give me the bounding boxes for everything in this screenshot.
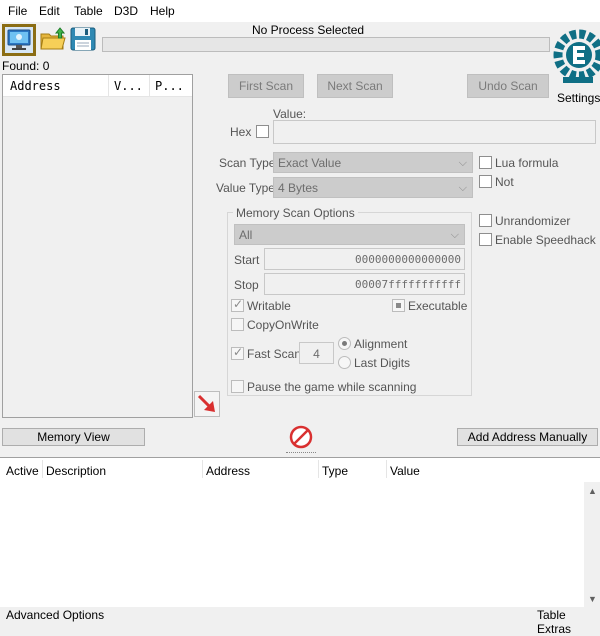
speedhack-checkbox[interactable] bbox=[479, 233, 492, 246]
value-label: Value: bbox=[273, 107, 307, 121]
column-value[interactable]: V... bbox=[114, 79, 143, 93]
last-digits-radio[interactable] bbox=[338, 356, 351, 369]
found-list[interactable]: Address V... P... bbox=[2, 74, 193, 418]
column-description[interactable]: Description bbox=[46, 464, 106, 478]
value-type-value: 4 Bytes bbox=[278, 181, 319, 195]
scan-type-label: Scan Type bbox=[219, 156, 276, 170]
chevron-down-icon: ⌵ bbox=[458, 182, 467, 194]
last-digits-label: Last Digits bbox=[354, 356, 411, 370]
pause-game-label: Pause the game while scanning bbox=[247, 380, 417, 394]
memory-scan-options-title: Memory Scan Options bbox=[233, 206, 358, 220]
computer-icon bbox=[7, 29, 31, 50]
memory-region-select[interactable]: All ⌵ bbox=[234, 224, 465, 245]
menu-d3d[interactable]: D3D bbox=[114, 4, 138, 18]
start-address-input[interactable]: 0000000000000000 bbox=[264, 248, 465, 270]
alignment-radio[interactable] bbox=[338, 337, 351, 350]
not-label: Not bbox=[495, 175, 514, 189]
arrow-down-right-icon bbox=[197, 394, 215, 412]
hex-checkbox[interactable] bbox=[256, 125, 269, 138]
cheat-engine-logo-icon bbox=[553, 29, 600, 83]
fast-scan-label: Fast Scan bbox=[247, 347, 302, 361]
writable-checkbox[interactable]: ✓ bbox=[231, 297, 244, 312]
found-list-header: Address V... P... bbox=[3, 75, 192, 97]
save-button[interactable] bbox=[68, 24, 98, 54]
menu-help[interactable]: Help bbox=[150, 4, 175, 18]
value-type-label: Value Type bbox=[216, 181, 275, 195]
table-extras-label[interactable]: Table Extras bbox=[537, 608, 600, 636]
first-scan-button[interactable]: First Scan bbox=[228, 74, 304, 98]
settings-label: Settings bbox=[557, 91, 600, 105]
scan-type-select[interactable]: Exact Value ⌵ bbox=[273, 152, 473, 173]
pause-game-checkbox[interactable] bbox=[231, 380, 244, 393]
column-address[interactable]: Address bbox=[206, 464, 250, 478]
start-label: Start bbox=[234, 253, 260, 267]
no-entry-icon bbox=[289, 425, 313, 449]
add-address-manually-button[interactable]: Add Address Manually bbox=[457, 428, 598, 446]
copy-on-write-checkbox[interactable] bbox=[231, 318, 244, 331]
chevron-down-icon: ⌵ bbox=[458, 157, 467, 169]
value-type-select[interactable]: 4 Bytes ⌵ bbox=[273, 177, 473, 198]
scan-type-value: Exact Value bbox=[278, 156, 342, 170]
alignment-label: Alignment bbox=[354, 337, 408, 351]
vertical-scrollbar[interactable]: ▲ ▼ bbox=[584, 482, 600, 608]
menu-edit[interactable]: Edit bbox=[39, 4, 60, 18]
scan-progress-bar bbox=[102, 37, 550, 52]
executable-checkbox[interactable] bbox=[392, 299, 405, 312]
splitter-handle[interactable] bbox=[286, 452, 316, 455]
lua-formula-checkbox[interactable] bbox=[479, 156, 492, 169]
stop-address-input[interactable]: 00007fffffffffff bbox=[264, 273, 465, 295]
stop-scan-button[interactable] bbox=[288, 424, 314, 450]
undo-scan-button[interactable]: Undo Scan bbox=[467, 74, 549, 98]
scroll-down-icon[interactable]: ▼ bbox=[588, 594, 597, 604]
add-to-list-arrow-button[interactable] bbox=[194, 391, 220, 417]
advanced-options-label[interactable]: Advanced Options bbox=[6, 608, 104, 622]
fast-scan-alignment-input[interactable]: 4 bbox=[299, 342, 334, 364]
next-scan-button[interactable]: Next Scan bbox=[317, 74, 393, 98]
found-count: Found: 0 bbox=[2, 59, 50, 73]
open-file-button[interactable] bbox=[38, 24, 68, 54]
address-table[interactable]: Active Description Address Type Value ▲ … bbox=[0, 457, 600, 608]
unrandomizer-checkbox[interactable] bbox=[479, 214, 492, 227]
writable-label: Writable bbox=[247, 299, 291, 313]
menu-bar: File Edit Table D3D Help bbox=[0, 0, 600, 22]
lua-formula-label: Lua formula bbox=[495, 156, 559, 170]
column-active[interactable]: Active bbox=[6, 464, 39, 478]
unrandomizer-label: Unrandomizer bbox=[495, 214, 571, 228]
copy-on-write-label: CopyOnWrite bbox=[247, 318, 319, 332]
not-checkbox[interactable] bbox=[479, 175, 492, 188]
stop-label: Stop bbox=[234, 278, 259, 292]
folder-open-icon bbox=[40, 27, 66, 50]
hex-label: Hex bbox=[230, 125, 252, 139]
column-address[interactable]: Address bbox=[10, 79, 61, 93]
executable-label: Executable bbox=[408, 299, 468, 313]
scroll-up-icon[interactable]: ▲ bbox=[588, 486, 597, 496]
column-type[interactable]: Type bbox=[322, 464, 348, 478]
value-input[interactable] bbox=[273, 120, 596, 144]
menu-file[interactable]: File bbox=[8, 4, 27, 18]
process-title: No Process Selected bbox=[252, 23, 365, 37]
menu-table[interactable]: Table bbox=[74, 4, 103, 18]
chevron-down-icon: ⌵ bbox=[450, 229, 459, 241]
fast-scan-checkbox[interactable]: ✓ bbox=[231, 345, 244, 360]
open-process-button[interactable] bbox=[2, 24, 36, 56]
column-value[interactable]: Value bbox=[390, 464, 420, 478]
memory-view-button[interactable]: Memory View bbox=[2, 428, 145, 446]
memory-region-value: All bbox=[239, 228, 253, 242]
floppy-disk-icon bbox=[70, 27, 96, 51]
column-previous[interactable]: P... bbox=[155, 79, 184, 93]
speedhack-label: Enable Speedhack bbox=[495, 233, 596, 247]
settings-button[interactable]: Settings bbox=[553, 22, 600, 105]
